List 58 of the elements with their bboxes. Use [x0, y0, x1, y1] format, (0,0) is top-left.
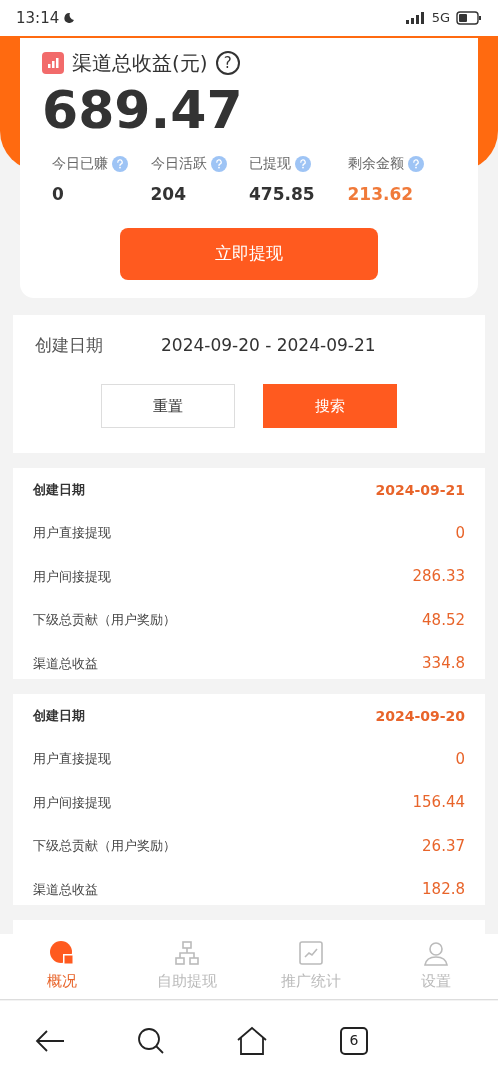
record-field-value: 182.8: [422, 879, 465, 900]
record-field-value: 334.8: [422, 653, 465, 674]
stat-label: 今日已赚: [52, 154, 108, 173]
stat-value: 213.62: [347, 183, 415, 206]
record-field-label: 用户间接提现: [33, 567, 111, 586]
record-field-label: 渠道总收益: [33, 654, 98, 673]
battery-icon: [456, 11, 482, 25]
record-field-value: 156.44: [412, 792, 465, 813]
chart-icon: [298, 940, 325, 967]
record-field-label: 用户直接提现: [33, 750, 111, 768]
record-field-label: 下级总贡献（用户奖励）: [33, 611, 176, 629]
reset-button[interactable]: 重置: [101, 384, 235, 428]
record-field-label: 用户直接提现: [33, 524, 111, 542]
stat-label: 剩余金额: [347, 154, 404, 173]
record-field-label: 用户间接提现: [33, 793, 111, 812]
record-field-value: 0: [455, 748, 465, 770]
tab-bar-item[interactable]: 推广统计: [249, 934, 374, 999]
record-field-label: 下级总贡献（用户奖励）: [33, 837, 176, 855]
network-label: 5G: [431, 9, 450, 28]
bar-chart-icon: [42, 52, 64, 74]
back-arrow-icon[interactable]: [35, 1028, 65, 1053]
tab-bar-item[interactable]: 自助提现: [124, 934, 249, 999]
hierarchy-icon: [173, 940, 200, 967]
withdraw-button[interactable]: 立即提现: [120, 227, 378, 280]
record-field-value: 48.52: [422, 609, 465, 631]
moon-icon: [63, 12, 76, 24]
user-icon: [422, 940, 449, 967]
record-field-label: 渠道总收益: [33, 880, 98, 899]
help-icon[interactable]: ?: [215, 51, 240, 75]
info-icon[interactable]: [407, 155, 424, 172]
signal-icon: [405, 12, 426, 24]
total-amount: 689.47: [42, 79, 244, 142]
stat-label: 已提现: [249, 154, 291, 173]
record-date: 2024-09-21: [375, 480, 465, 500]
record-field-value: 286.33: [412, 566, 465, 587]
info-icon[interactable]: [295, 155, 311, 172]
record-date-label: 创建日期: [33, 707, 85, 726]
tab-count-button[interactable]: 6: [339, 1026, 368, 1055]
record-field-value: 26.37: [422, 835, 465, 857]
tab-bar-item[interactable]: 设置: [373, 934, 498, 999]
home-icon[interactable]: [236, 1025, 269, 1056]
search-icon[interactable]: [136, 1026, 165, 1055]
stat-label: 今日活跃: [150, 154, 207, 173]
record-field-value: 0: [455, 522, 465, 544]
summary-title: 渠道总收益(元): [72, 50, 208, 77]
stat-value: 204: [150, 183, 187, 206]
date-range-field[interactable]: 2024-09-20 - 2024-09-21: [161, 332, 376, 358]
info-icon[interactable]: [210, 155, 227, 172]
pie-chart-icon: [49, 940, 76, 967]
record-date: 2024-09-20: [375, 706, 465, 726]
info-icon[interactable]: [112, 155, 128, 172]
record-date-label: 创建日期: [33, 481, 85, 500]
search-button[interactable]: 搜索: [263, 384, 397, 428]
stat-value: 0: [52, 183, 65, 206]
filter-label: 创建日期: [35, 333, 103, 357]
stat-value: 475.85: [249, 183, 316, 206]
status-time: 13:14: [16, 7, 60, 29]
tab-bar-item[interactable]: 概况: [0, 934, 125, 999]
